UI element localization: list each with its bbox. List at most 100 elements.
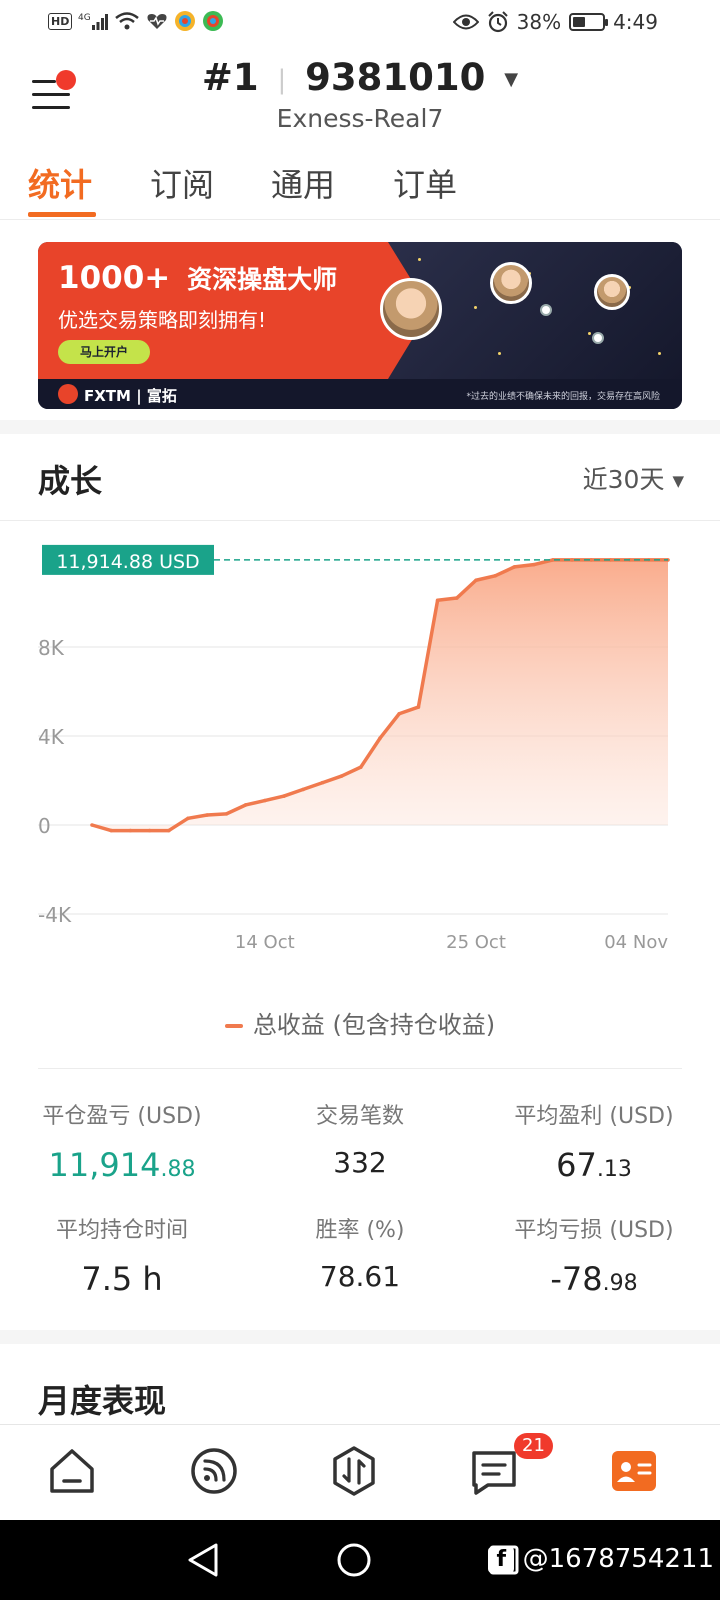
stat-label: 平均盈利 (USD) xyxy=(514,1104,674,1129)
tab-bar: 统计 订阅 通用 订单 xyxy=(0,154,720,220)
account-separator: | xyxy=(277,64,287,95)
y-tick-label: -4K xyxy=(38,903,72,927)
home-icon[interactable] xyxy=(44,1443,100,1499)
health-icon xyxy=(147,14,167,29)
feed-icon[interactable] xyxy=(186,1443,242,1499)
hd-indicator: HD xyxy=(48,12,73,30)
trader-avatar xyxy=(380,278,442,340)
data-point xyxy=(224,812,229,816)
stat-value: 332 xyxy=(333,1146,387,1179)
stat-value: 7.5 h xyxy=(81,1260,163,1298)
account-number: 9381010 xyxy=(305,56,486,99)
tab-stats[interactable]: 统计 xyxy=(28,160,92,206)
current-value-label: 11,914.88 USD xyxy=(56,551,199,573)
messages-icon[interactable] xyxy=(466,1443,522,1499)
data-point xyxy=(167,828,171,833)
stat-avg-loss: 平均亏损 (USD) -78.98 xyxy=(506,1212,682,1298)
stat-label: 平仓盈亏 (USD) xyxy=(42,1104,202,1129)
bottom-nav: 21 xyxy=(0,1424,720,1520)
fxtm-logo-icon xyxy=(58,384,78,404)
stat-value: -78.98 xyxy=(506,1260,682,1298)
profile-icon[interactable] xyxy=(606,1443,662,1499)
y-tick-label: 0 xyxy=(38,814,51,838)
wifi-icon xyxy=(115,12,140,30)
status-right: 38% 4:49 xyxy=(452,10,658,34)
home-button-icon[interactable] xyxy=(336,1542,372,1578)
y-tick-label: 4K xyxy=(38,725,65,749)
watermark: f @1678754211 xyxy=(488,1544,714,1574)
stat-label: 平均亏损 (USD) xyxy=(514,1218,674,1243)
stat-label: 平均持仓时间 xyxy=(55,1218,188,1243)
banner-footer: FXTM | 富拓 *过去的业绩不确保未来的回报，交易存在高风险 xyxy=(38,379,682,409)
stat-avg-hold-time: 平均持仓时间 7.5 h xyxy=(38,1212,206,1298)
system-nav-bar: f @1678754211 xyxy=(0,1520,720,1600)
battery-percent: 38% xyxy=(516,10,562,34)
battery-level xyxy=(573,17,586,27)
data-point xyxy=(339,774,344,778)
legend-label: 总收益 (包含持仓收益) xyxy=(252,1011,496,1039)
data-point xyxy=(90,823,94,827)
tab-orders[interactable]: 订单 xyxy=(393,160,457,206)
x-tick-label: 25 Oct xyxy=(446,932,506,953)
trader-avatar xyxy=(594,274,630,310)
data-point xyxy=(474,578,478,583)
stat-closed-pnl: 平仓盈亏 (USD) 11,914.88 xyxy=(38,1098,206,1184)
map-light xyxy=(588,332,591,335)
divider xyxy=(0,520,720,521)
data-point xyxy=(109,828,113,833)
back-icon[interactable] xyxy=(186,1542,220,1578)
data-point xyxy=(570,558,574,562)
chart-legend: 总收益 (包含持仓收益) xyxy=(0,1005,720,1040)
dropdown-caret-icon: ▼ xyxy=(672,472,684,490)
stat-trade-count: 交易笔数 332 xyxy=(280,1098,440,1179)
stat-value-dec: .98 xyxy=(602,1271,638,1296)
app-icon-1 xyxy=(175,11,196,31)
tab-general[interactable]: 通用 xyxy=(271,160,335,206)
stat-label: 交易笔数 xyxy=(315,1104,404,1129)
banner-disclaimer: *过去的业绩不确保未来的回报，交易存在高风险 xyxy=(466,392,660,402)
data-point xyxy=(512,565,517,569)
data-point xyxy=(493,574,498,578)
stat-value-dec: .13 xyxy=(596,1157,632,1182)
data-point xyxy=(301,787,306,792)
x-tick-label: 14 Oct xyxy=(235,932,295,953)
x-tick-label: 04 Nov xyxy=(604,932,668,953)
stat-label: 胜率 (%) xyxy=(315,1218,405,1243)
data-point xyxy=(378,736,382,741)
stat-value-int: -78 xyxy=(550,1260,603,1298)
data-point xyxy=(416,705,421,709)
account-prefix: #1 xyxy=(201,56,259,99)
stat-value: 67.13 xyxy=(506,1146,682,1184)
data-point xyxy=(455,596,459,600)
stat-value-int: 11,914 xyxy=(48,1146,161,1184)
stat-value: 11,914.88 xyxy=(38,1146,206,1184)
data-point xyxy=(282,794,286,798)
divider xyxy=(38,1068,682,1069)
banner-headline-number: 1000+ xyxy=(58,260,171,296)
status-bar: HD 4G 38% 4:49 xyxy=(0,0,720,48)
y-tick-label: 8K xyxy=(38,636,65,660)
watermark-text: @1678754211 xyxy=(522,1544,714,1574)
battery-icon xyxy=(569,13,609,31)
eye-icon xyxy=(452,14,479,30)
map-light xyxy=(498,352,501,355)
legend-swatch xyxy=(224,1024,243,1028)
alarm-icon xyxy=(487,11,508,33)
map-dot xyxy=(592,332,604,344)
map-light xyxy=(474,306,477,309)
tab-subscribe[interactable]: 订阅 xyxy=(150,160,214,206)
map-light xyxy=(418,258,421,261)
range-selector[interactable]: 近30天 ▼ xyxy=(583,460,684,496)
account-selector[interactable]: #1 | 9381010 ▼ xyxy=(0,56,720,99)
promo-banner[interactable]: 1000+ 资深操盘大师 优选交易策略即刻拥有! 马上开户 FXTM | 富拓 … xyxy=(38,242,682,409)
stat-value-dec: .88 xyxy=(160,1157,196,1182)
series-area xyxy=(92,559,668,831)
signal-icon: 4G xyxy=(78,13,109,30)
trade-icon[interactable] xyxy=(326,1443,382,1499)
open-account-button[interactable]: 马上开户 xyxy=(58,340,150,364)
data-point xyxy=(320,780,325,785)
growth-chart[interactable]: -4K 0 4K 8K 14 Oct 25 Oct 04 Nov 11,914.88 USD xyxy=(0,530,720,970)
data-point xyxy=(435,598,440,603)
banner-headline-text: 资深操盘大师 xyxy=(187,265,338,294)
active-tab-indicator xyxy=(28,212,96,217)
